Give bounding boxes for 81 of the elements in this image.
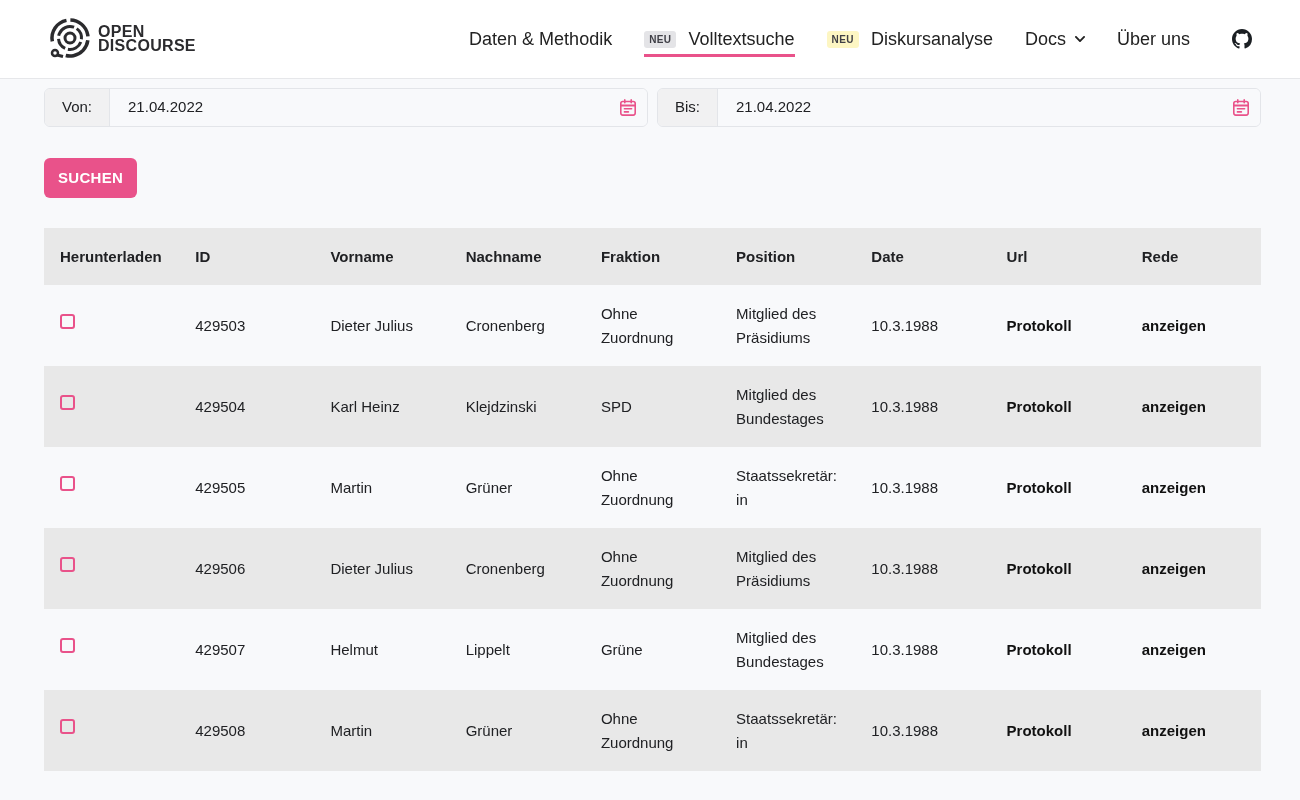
faction: SPD [600, 396, 632, 417]
show-speech-link[interactable]: anzeigen [1141, 556, 1206, 581]
first-name: Martin [330, 477, 373, 498]
last-name: Cronenberg [465, 558, 545, 579]
nav-link[interactable]: NEU Diskursanalyse [826, 21, 993, 57]
field-label: Bis: [658, 89, 718, 126]
date: 10.3.1988 [871, 396, 939, 417]
position: Mitglied des Bundestages [736, 627, 825, 672]
date: 10.3.1988 [871, 558, 939, 579]
download-checkbox[interactable] [60, 314, 75, 329]
protocol-link[interactable]: Protokoll [1006, 313, 1072, 338]
position: Mitglied des Präsidiums [736, 546, 818, 591]
nav-link[interactable]: Daten & Methodik [469, 21, 613, 57]
show-speech-link[interactable]: anzeigen [1141, 313, 1206, 338]
record-id: 429505 [195, 477, 246, 498]
protocol-link[interactable]: Protokoll [1006, 475, 1072, 500]
date-input[interactable]: 21.04.2022 [110, 89, 620, 126]
column-header: Rede [1141, 246, 1179, 267]
logo-text: DISCOURSE [98, 39, 196, 53]
download-checkbox[interactable] [60, 557, 75, 572]
nav-link[interactable]: NEU Volltextsuche [644, 21, 795, 57]
download-checkbox[interactable] [60, 719, 75, 734]
column-header: ID [195, 246, 211, 267]
new-badge: NEU [644, 30, 677, 48]
show-speech-link[interactable]: anzeigen [1141, 637, 1206, 662]
column-header: Herunterladen [60, 246, 162, 267]
record-id: 429504 [195, 396, 246, 417]
new-badge: NEU [826, 30, 859, 48]
position: Mitglied des Präsidiums [736, 303, 818, 348]
first-name: Karl Heinz [330, 396, 400, 417]
first-name: Dieter Julius [330, 558, 413, 579]
column-header: Vorname [330, 246, 394, 267]
last-name: Cronenberg [465, 315, 545, 336]
column-header: Position [736, 246, 796, 267]
record-id: 429508 [195, 720, 246, 741]
calendar-icon[interactable] [1233, 99, 1249, 116]
faction: Ohne Zuordnung [600, 546, 675, 591]
first-name: Helmut [330, 639, 378, 660]
column-header: Url [1006, 246, 1028, 267]
show-speech-link[interactable]: anzeigen [1141, 394, 1206, 419]
download-checkbox[interactable] [60, 395, 75, 410]
last-name: Klejdzinski [465, 396, 537, 417]
date-field[interactable]: Von: 21.04.2022 [44, 88, 648, 127]
last-name: Grüner [465, 477, 513, 498]
date: 10.3.1988 [871, 720, 939, 741]
logo-text: OPEN [98, 25, 145, 39]
calendar-icon[interactable] [620, 99, 636, 116]
field-label: Von: [45, 89, 111, 126]
protocol-link[interactable]: Protokoll [1006, 394, 1072, 419]
column-header: Fraktion [600, 246, 661, 267]
last-name: Lippelt [465, 639, 510, 660]
faction: Ohne Zuordnung [600, 708, 675, 753]
show-speech-link[interactable]: anzeigen [1141, 718, 1206, 743]
date-field[interactable]: Bis: 21.04.2022 [657, 88, 1261, 127]
column-header: Nachname [465, 246, 542, 267]
nav-link[interactable]: Über uns [1116, 21, 1190, 57]
record-id: 429506 [195, 558, 246, 579]
position: Mitglied des Bundestages [736, 384, 825, 429]
column-header: Date [871, 246, 904, 267]
show-speech-link[interactable]: anzeigen [1141, 475, 1206, 500]
protocol-link[interactable]: Protokoll [1006, 718, 1072, 743]
record-id: 429507 [195, 639, 246, 660]
download-checkbox[interactable] [60, 476, 75, 491]
date: 10.3.1988 [871, 315, 939, 336]
faction: Ohne Zuordnung [600, 465, 675, 510]
date: 10.3.1988 [871, 639, 939, 660]
github-icon[interactable] [1232, 29, 1252, 49]
date-input[interactable]: 21.04.2022 [718, 89, 1233, 126]
first-name: Martin [330, 720, 373, 741]
first-name: Dieter Julius [330, 315, 413, 336]
last-name: Grüner [465, 720, 513, 741]
record-id: 429503 [195, 315, 246, 336]
position: Staatssekretär:in [736, 465, 838, 510]
download-checkbox[interactable] [60, 638, 75, 653]
protocol-link[interactable]: Protokoll [1006, 556, 1072, 581]
nav-link[interactable]: Docs [1024, 21, 1085, 57]
date: 10.3.1988 [871, 477, 939, 498]
faction: Grüne [600, 639, 643, 660]
protocol-link[interactable]: Protokoll [1006, 637, 1072, 662]
faction: Ohne Zuordnung [600, 303, 675, 348]
position: Staatssekretär:in [736, 708, 838, 753]
